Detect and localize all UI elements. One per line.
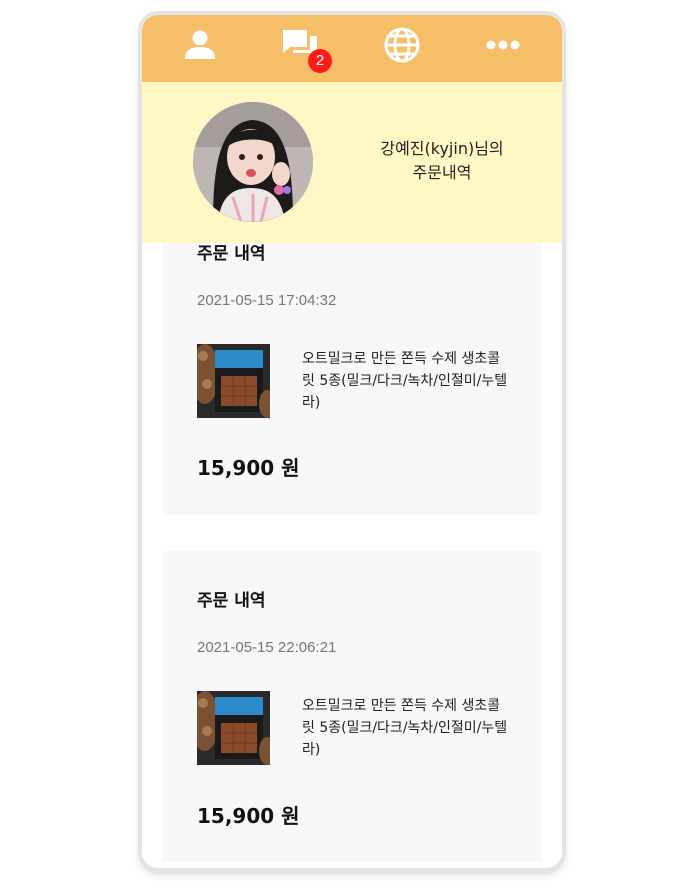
order-list[interactable]: 주문 내역 2021-05-15 17:04:32 오트밀크로 만든 쫀득 수제… — [142, 243, 562, 868]
order-date: 2021-05-15 22:06:21 — [197, 639, 337, 656]
user-icon — [185, 30, 215, 59]
nav-more-button[interactable] — [483, 25, 523, 65]
order-card[interactable]: 주문 내역 2021-05-15 17:04:32 오트밀크로 만든 쫀득 수제… — [163, 243, 541, 515]
nav-user-button[interactable] — [180, 25, 220, 65]
nav-chat-button[interactable]: 2 — [280, 25, 332, 73]
order-card-title: 주문 내역 — [197, 244, 266, 264]
order-price: 15,900 원 — [197, 456, 300, 480]
product-thumbnail[interactable] — [197, 344, 270, 418]
avatar[interactable] — [193, 102, 313, 222]
phone-frame: 2 강예진(kyjin)님의 주문내역 주문 내역 2021-05-15 17:… — [142, 15, 562, 868]
product-name[interactable]: 오트밀크로 만든 쫀득 수제 생초콜릿 5종(밀크/다크/녹차/인절미/누텔라) — [302, 348, 512, 414]
order-card-title: 주문 내역 — [197, 591, 266, 611]
profile-subtitle-line: 주문내역 — [412, 163, 472, 182]
product-name[interactable]: 오트밀크로 만든 쫀득 수제 생초콜릿 5종(밀크/다크/녹차/인절미/누텔라) — [302, 695, 512, 761]
product-thumbnail[interactable] — [197, 691, 270, 765]
profile-header: 강예진(kyjin)님의 주문내역 — [142, 82, 562, 243]
nav-globe-button[interactable] — [382, 25, 422, 65]
chat-badge: 2 — [308, 49, 332, 73]
profile-name-line: 강예진(kyjin)님의 — [380, 139, 504, 158]
top-nav-bar: 2 — [142, 15, 562, 82]
globe-icon — [384, 27, 420, 63]
order-price: 15,900 원 — [197, 804, 300, 828]
order-history-heading: 강예진(kyjin)님의 주문내역 — [342, 137, 542, 185]
more-icon — [486, 40, 520, 50]
order-card[interactable]: 주문 내역 2021-05-15 22:06:21 오트밀크로 만든 쫀득 수제… — [163, 551, 541, 862]
order-date: 2021-05-15 17:04:32 — [197, 292, 337, 309]
